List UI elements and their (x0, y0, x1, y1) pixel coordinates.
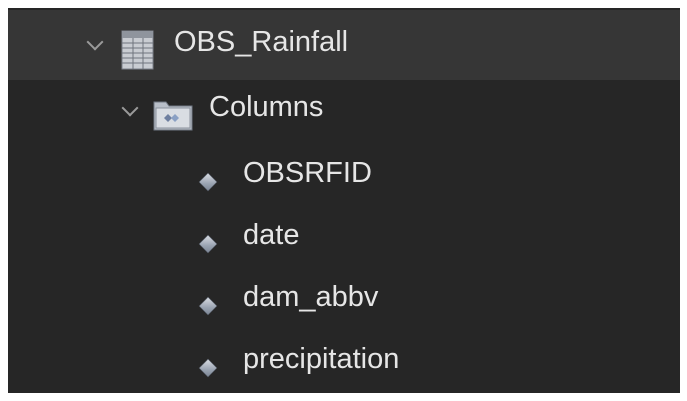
column-label: precipitation (243, 343, 400, 375)
tree-item-column[interactable]: dam_abbv (8, 270, 680, 332)
tree-item-column[interactable]: precipitation (8, 332, 680, 393)
columns-folder-label: Columns (209, 91, 324, 123)
table-name-label: OBS_Rainfall (174, 26, 349, 58)
object-explorer-tree: OBS_Rainfall Columns OBSRFID date dam_ab… (8, 8, 680, 393)
column-diamond-icon (199, 359, 217, 377)
chevron-down-icon[interactable] (86, 33, 104, 51)
column-diamond-icon (199, 297, 217, 315)
chevron-down-icon[interactable] (121, 99, 139, 117)
table-icon (121, 30, 154, 70)
column-diamond-icon (199, 235, 217, 253)
tree-item-columns-folder[interactable]: Columns (8, 80, 680, 142)
tree-item-column[interactable]: date (8, 208, 680, 270)
column-label: OBSRFID (243, 157, 372, 189)
column-label: date (243, 219, 300, 251)
column-diamond-icon (199, 173, 217, 191)
tree-item-table-obs-rainfall[interactable]: OBS_Rainfall (8, 10, 680, 80)
columns-folder-icon (152, 96, 194, 132)
tree-item-column[interactable]: OBSRFID (8, 146, 680, 208)
column-label: dam_abbv (243, 281, 379, 313)
